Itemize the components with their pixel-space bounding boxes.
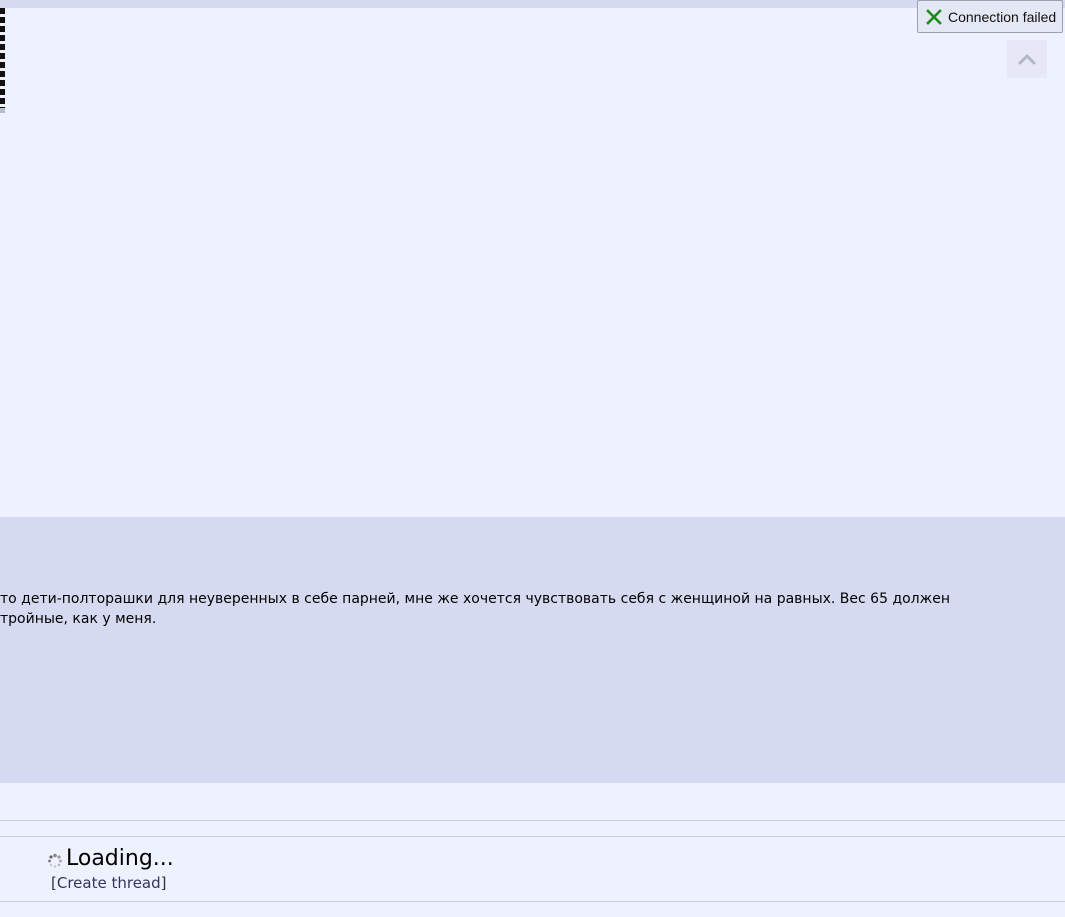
side-tab-glyph xyxy=(0,8,5,108)
post-message: то дети-полторашки для неуверенных в себ… xyxy=(0,589,1065,629)
spinner-icon xyxy=(48,853,62,868)
bracket-close: ] xyxy=(160,874,167,892)
divider xyxy=(0,836,1065,837)
create-thread: [Create thread] xyxy=(51,874,167,892)
side-tab[interactable] xyxy=(0,8,5,113)
connection-status-popup: Connection failed xyxy=(917,0,1063,33)
post-message-line: то дети-полторашки для неуверенных в себ… xyxy=(0,591,951,607)
content-area xyxy=(0,8,1065,517)
page: Connection failed то дети-полторашки для… xyxy=(0,0,1065,917)
scroll-to-top-button[interactable] xyxy=(1007,40,1047,78)
post-reply: то дети-полторашки для неуверенных в себ… xyxy=(0,517,1065,783)
top-strip xyxy=(0,0,1065,8)
close-icon xyxy=(926,8,942,25)
connection-status-text: Connection failed xyxy=(948,8,1057,25)
create-thread-link[interactable]: Create thread xyxy=(57,874,161,892)
loading-text: Loading... xyxy=(66,846,174,871)
divider xyxy=(0,820,1065,821)
chevron-up-icon xyxy=(1018,54,1036,65)
loading-indicator: Loading... xyxy=(47,846,174,871)
post-message-line: тройные, как у меня. xyxy=(0,611,157,627)
divider xyxy=(0,901,1065,902)
